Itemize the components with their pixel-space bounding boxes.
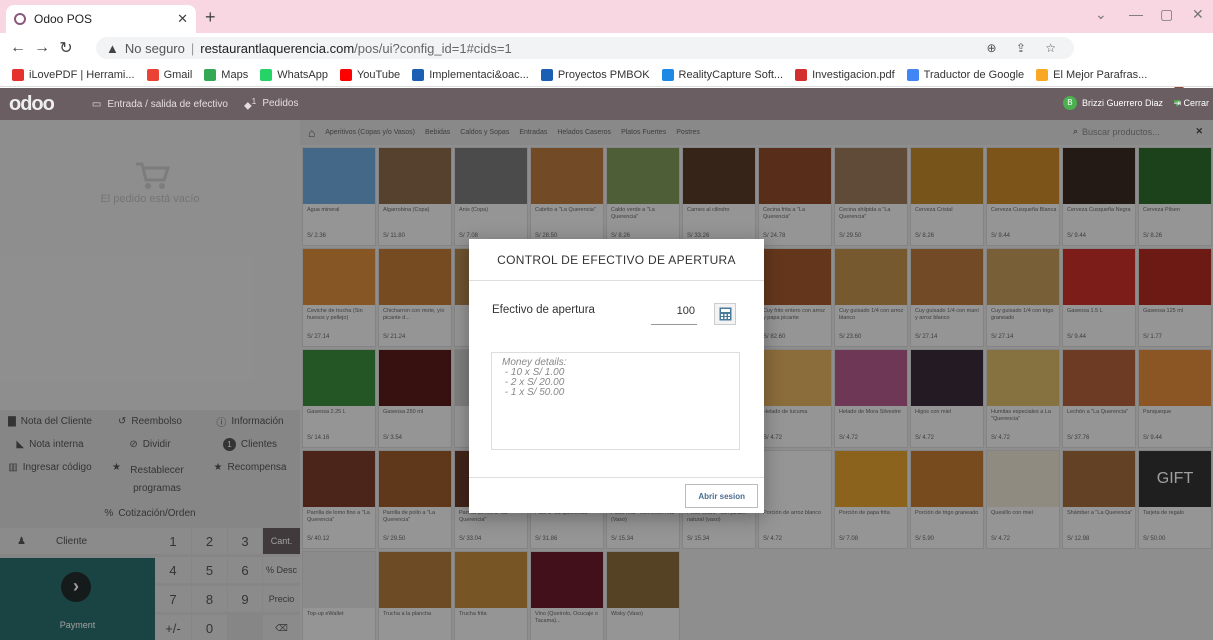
bookmark-label: Implementaci&oac... <box>429 68 529 81</box>
close-tab-icon[interactable]: ✕ <box>177 11 188 27</box>
orders-button[interactable]: ◆1 Pedidos <box>244 96 298 111</box>
pos-header: odoo ▭ Entrada / salida de efectivo ◆1 Ped… <box>0 88 1213 120</box>
bookmark-item[interactable]: Investigacion.pdf <box>795 68 895 81</box>
bookmarks-bar: iLovePDF | Herrami... Gmail Maps WhatsApp Yo… <box>0 63 1213 87</box>
security-status: No seguro <box>124 40 185 56</box>
tab-title: Odoo POS <box>34 12 93 26</box>
bookmark-item[interactable]: Gmail <box>146 68 193 81</box>
forward-icon[interactable]: → <box>30 39 54 57</box>
calculator-icon[interactable] <box>714 303 736 325</box>
opening-cash-label: Efectivo de apertura <box>492 304 595 316</box>
bookmark-item[interactable]: Proyectos PMBOK <box>540 68 650 81</box>
bookmark-icon <box>339 68 352 81</box>
bookmark-item[interactable]: iLovePDF | Herrami... <box>12 68 135 81</box>
browser-tab[interactable]: Odoo POS ✕ <box>6 5 196 33</box>
browser-tab-strip: Odoo POS ✕ + ⌄ — ▢ ✕ <box>0 0 1213 33</box>
bookmark-label: WhatsApp <box>277 68 328 81</box>
bookmark-item[interactable]: Traductor de Google <box>906 68 1025 81</box>
dialog-title: CONTROL DE EFECTIVO DE APERTURA <box>469 239 764 281</box>
close-label: Cerrar <box>1183 98 1209 108</box>
bookmark-label: Gmail <box>163 68 193 81</box>
orders-icon: ◆1 <box>243 96 257 112</box>
odoo-logo: odoo <box>9 92 55 115</box>
bookmark-icon <box>146 68 159 81</box>
bookmark-label: iLovePDF | Herrami... <box>29 68 135 81</box>
bookmark-item[interactable]: Implementaci&oac... <box>412 68 529 81</box>
opening-cash-dialog: CONTROL DE EFECTIVO DE APERTURA Efectivo… <box>469 239 764 513</box>
close-window-icon[interactable]: ✕ <box>1192 6 1204 23</box>
cashier[interactable]: B Brizzi Guerrero Diaz <box>1062 96 1163 110</box>
bookmark-item[interactable]: Maps <box>204 68 249 81</box>
bookmark-item[interactable]: RealityCapture Soft... <box>661 68 784 81</box>
dialog-footer: Abrir sesion <box>469 477 764 513</box>
bookmark-label: Investigacion.pdf <box>812 68 895 81</box>
bookmark-icon <box>260 68 273 81</box>
bookmark-icon <box>795 68 808 81</box>
bookmark-label: RealityCapture Soft... <box>678 68 784 81</box>
bookmark-icon <box>540 68 553 81</box>
bookmark-item[interactable]: YouTube <box>339 68 401 81</box>
maximize-icon[interactable]: ▢ <box>1160 6 1173 23</box>
bookmark-label: Traductor de Google <box>923 68 1025 81</box>
bookmark-icon <box>1036 68 1049 81</box>
reload-icon[interactable]: ↻ <box>54 38 78 58</box>
new-tab-icon[interactable]: + <box>205 7 216 28</box>
bookmark-icon <box>412 68 425 81</box>
close-session-button[interactable]: ⇥ Cerrar <box>1173 98 1209 109</box>
url-path: /pos/ui?config_id=1#cids=1 <box>354 40 512 56</box>
omnibox-actions[interactable]: ⊕ ⇪ ☆ <box>986 41 1064 55</box>
cash-in-out-button[interactable]: ▭ Entrada / salida de efectivo <box>92 99 228 110</box>
bookmark-icon <box>12 68 24 81</box>
url-host: restaurantlaquerencia.com <box>200 40 355 56</box>
user-name: Brizzi Guerrero Diaz <box>1081 98 1163 108</box>
orders-label: Pedidos <box>262 98 299 110</box>
odoo-favicon-icon <box>14 13 26 25</box>
cash-in-out-label: Entrada / salida de efectivo <box>107 98 228 110</box>
bookmark-icon <box>661 68 674 81</box>
bookmark-item[interactable]: WhatsApp <box>260 68 328 81</box>
address-bar-row: ← → ↻ ▲ No seguro | restaurantlaquerenci… <box>0 33 1213 89</box>
warning-icon: ▲ <box>106 40 119 56</box>
bookmark-label: YouTube <box>356 68 401 81</box>
back-icon[interactable]: ← <box>6 39 30 57</box>
bookmark-icon <box>204 68 217 81</box>
user-avatar: B <box>1062 96 1077 110</box>
url: restaurantlaquerencia.com/pos/ui?config_… <box>200 41 511 56</box>
bookmark-label: Maps <box>221 68 249 81</box>
cash-icon: ▭ <box>91 98 102 110</box>
money-details-textarea[interactable]: Money details: - 10 x S/ 1.00 - 2 x S/ 2… <box>491 352 740 450</box>
address-bar[interactable]: ▲ No seguro | restaurantlaquerencia.com/… <box>96 37 1074 59</box>
open-session-button[interactable]: Abrir sesion <box>685 484 758 508</box>
minimize-icon[interactable]: — <box>1129 6 1143 22</box>
opening-cash-input[interactable]: 100 <box>651 305 697 325</box>
orders-badge: 1 <box>251 96 257 107</box>
bookmark-label: El Mejor Parafras... <box>1053 68 1148 81</box>
chevron-down-icon[interactable]: ⌄ <box>1095 6 1107 23</box>
bookmark-icon <box>906 68 919 81</box>
bookmark-label: Proyectos PMBOK <box>557 68 650 81</box>
bookmark-item[interactable]: El Mejor Parafras... <box>1036 68 1148 81</box>
